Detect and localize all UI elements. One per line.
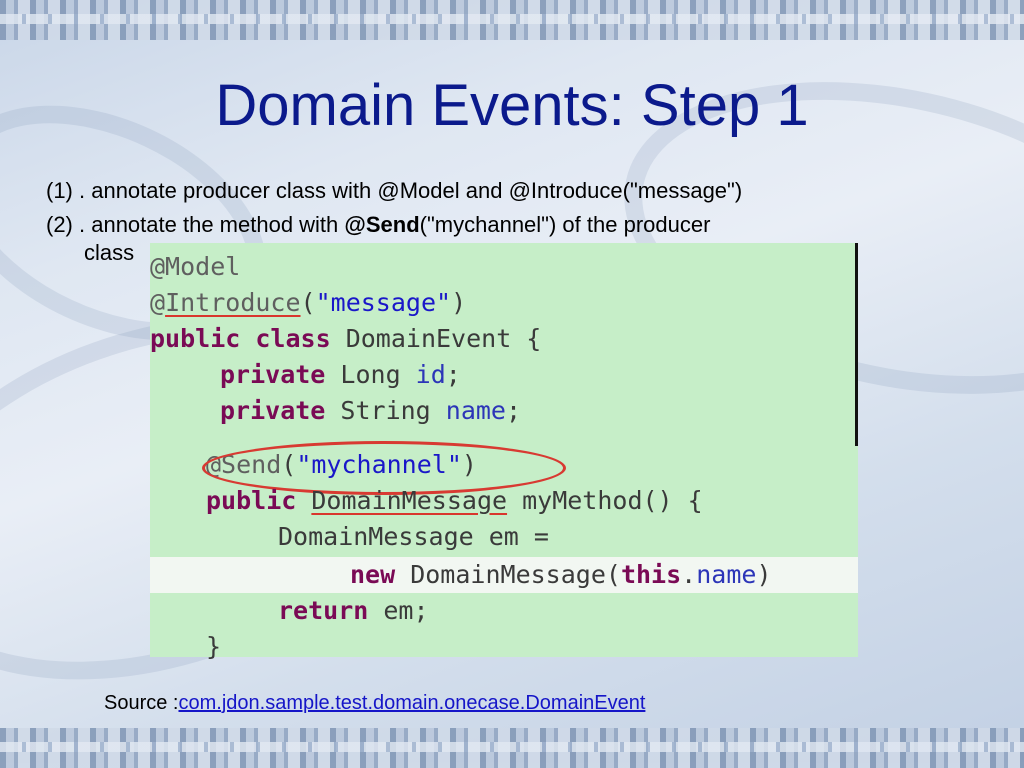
- code-paren: (: [300, 288, 316, 317]
- code-text: DomainEvent {: [330, 324, 542, 353]
- code-text: DomainMessage(: [395, 560, 621, 589]
- bullet-2-text-after: ("mychannel") of the producer: [419, 212, 711, 237]
- code-paren: ): [451, 288, 467, 317]
- code-line-5: private String name;: [220, 393, 521, 429]
- code-line-4: private Long id;: [220, 357, 461, 393]
- code-keyword: class: [255, 324, 331, 353]
- code-field: id: [415, 360, 446, 389]
- code-keyword: private: [220, 360, 326, 389]
- code-text: ;: [506, 396, 522, 425]
- code-line-2: @Introduce("message"): [150, 285, 466, 321]
- bottom-decorative-band: [0, 728, 1024, 768]
- code-line-10: return em;: [278, 593, 429, 629]
- code-window-edge: [855, 243, 858, 446]
- code-keyword: public: [206, 486, 297, 515]
- code-keyword: public: [150, 324, 241, 353]
- code-keyword: return: [278, 596, 369, 625]
- code-line-11: }: [206, 629, 221, 665]
- code-text: ;: [445, 360, 461, 389]
- code-line-8: DomainMessage em =: [278, 519, 549, 555]
- bullet-2-bold: @Send: [344, 212, 420, 237]
- code-line-1: @Model: [150, 249, 240, 285]
- bullet-1: (1) . annotate producer class with @Mode…: [46, 178, 743, 203]
- top-decorative-band: [0, 0, 1024, 40]
- code-snippet: @Model @Introduce("message") public clas…: [150, 243, 858, 661]
- code-text: myMethod() {: [507, 486, 703, 515]
- bullet-2-text-before: (2) . annotate the method with: [46, 212, 345, 237]
- code-keyword: new: [350, 560, 396, 589]
- code-text: }: [206, 632, 222, 661]
- code-keyword: private: [220, 396, 326, 425]
- code-text: DomainMessage em =: [278, 522, 549, 551]
- source-line: Source :com.jdon.sample.test.domain.onec…: [104, 692, 645, 715]
- code-line-3: public class DomainEvent {: [150, 321, 541, 357]
- code-annotation-at: @: [150, 288, 166, 317]
- slide-title: Domain Events: Step 1: [215, 73, 809, 138]
- source-label: Source :: [104, 692, 179, 714]
- code-field: name: [445, 396, 506, 425]
- source-link[interactable]: com.jdon.sample.test.domain.onecase.Doma…: [178, 692, 645, 714]
- code-text: .: [681, 560, 697, 589]
- code-type: String: [325, 396, 446, 425]
- code-text: em;: [368, 596, 429, 625]
- code-line-9: new DomainMessage(this.name): [150, 557, 858, 593]
- code-type: DomainMessage: [311, 486, 508, 515]
- code-annotation-name: Introduce: [165, 288, 301, 317]
- code-keyword: this: [620, 560, 682, 589]
- code-annotation: @Model: [150, 252, 241, 281]
- code-type: Long: [325, 360, 416, 389]
- code-line-7: public DomainMessage myMethod() {: [206, 483, 703, 519]
- code-string: "message": [315, 288, 452, 317]
- code-text: ): [756, 560, 772, 589]
- code-field: name: [696, 560, 757, 589]
